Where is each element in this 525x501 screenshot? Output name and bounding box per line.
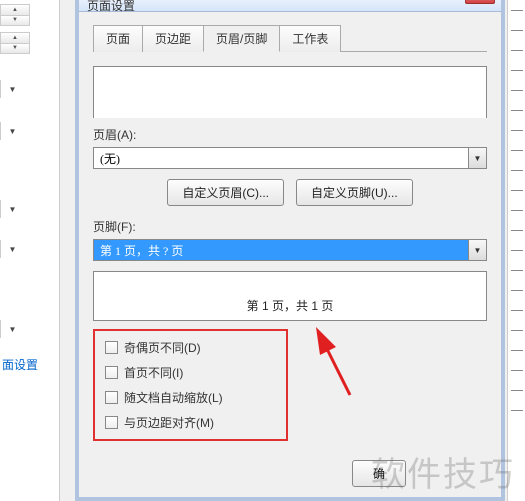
ruler-tick [511, 270, 523, 271]
ruler-tick [511, 390, 523, 391]
custom-button-row: 自定义页眉(C)... 自定义页脚(U)... [93, 179, 487, 206]
checkbox-label[interactable]: 随文档自动缩放(L) [124, 389, 223, 406]
ok-button[interactable]: 确 [352, 460, 406, 487]
ruler-tick [511, 350, 523, 351]
ruler-tick [511, 330, 523, 331]
dropdown-2[interactable]: ▼ [0, 122, 24, 140]
chevron-down-icon[interactable]: ▼ [468, 148, 486, 168]
footer-combo[interactable]: ▼ [93, 239, 487, 261]
ruler-tick [511, 290, 523, 291]
ruler-tick [511, 110, 523, 111]
checkbox-odd-even[interactable] [105, 341, 118, 354]
ruler-tick [511, 70, 523, 71]
spinner-up-icon[interactable]: ▲ [1, 5, 29, 16]
spinner-down-icon[interactable]: ▼ [1, 44, 29, 54]
option-row-align[interactable]: 与页边距对齐(M) [105, 414, 276, 431]
checkbox-label[interactable]: 与页边距对齐(M) [124, 414, 214, 431]
ruler-tick [511, 210, 523, 211]
spinner-up-icon[interactable]: ▲ [1, 33, 29, 44]
ruler-tick [511, 130, 523, 131]
option-row-odd-even[interactable]: 奇偶页不同(D) [105, 339, 276, 356]
ruler-tick [511, 310, 523, 311]
close-icon[interactable]: ✕ [465, 0, 495, 4]
tab-strip: 页面 页边距 页眉/页脚 工作表 [93, 24, 487, 52]
tab-header-footer[interactable]: 页眉/页脚 [203, 25, 280, 52]
page-setup-link[interactable]: 面设置 [2, 356, 38, 373]
header-input[interactable] [94, 148, 468, 168]
custom-header-button[interactable]: 自定义页眉(C)... [167, 179, 284, 206]
spinner-2[interactable]: ▲ ▼ [0, 32, 30, 54]
tab-page[interactable]: 页面 [93, 25, 143, 52]
footer-label: 页脚(F): [93, 218, 487, 235]
checkbox-align[interactable] [105, 416, 118, 429]
checkbox-first-page[interactable] [105, 366, 118, 379]
ruler-tick [511, 30, 523, 31]
ruler-tick [511, 90, 523, 91]
header-combo[interactable]: ▼ [93, 147, 487, 169]
left-sidebar: ▲ ▼ ▲ ▼ ▼ ▼ ▼ ▼ ▼ 面设置 [0, 0, 60, 501]
option-row-first-page[interactable]: 首页不同(I) [105, 364, 276, 381]
custom-footer-button[interactable]: 自定义页脚(U)... [296, 179, 413, 206]
tab-sheet[interactable]: 工作表 [279, 25, 341, 52]
footer-preview: 第 1 页，共 1 页 [93, 271, 487, 321]
checkbox-scale[interactable] [105, 391, 118, 404]
header-label: 页眉(A): [93, 126, 487, 143]
footer-input[interactable] [94, 240, 468, 260]
footer-preview-text: 第 1 页，共 1 页 [247, 297, 334, 314]
ruler-tick [511, 190, 523, 191]
dropdown-4[interactable]: ▼ [0, 240, 24, 258]
ruler-tick [511, 150, 523, 151]
ruler-tick [511, 410, 523, 411]
ruler-tick [511, 10, 523, 11]
page-setup-dialog: 页面设置 ✕ 页面 页边距 页眉/页脚 工作表 页眉(A): ▼ 自定义页眉(C… [75, 0, 505, 501]
options-highlight-box: 奇偶页不同(D) 首页不同(I) 随文档自动缩放(L) 与页边距对齐(M) [93, 329, 288, 441]
ruler-tick [511, 370, 523, 371]
option-row-scale[interactable]: 随文档自动缩放(L) [105, 389, 276, 406]
header-preview [93, 66, 487, 118]
checkbox-label[interactable]: 奇偶页不同(D) [124, 339, 201, 356]
tab-margins[interactable]: 页边距 [142, 25, 204, 52]
checkbox-label[interactable]: 首页不同(I) [124, 364, 183, 381]
right-ruler [507, 0, 525, 501]
ruler-tick [511, 50, 523, 51]
dropdown-3[interactable]: ▼ [0, 200, 24, 218]
dialog-titlebar: 页面设置 ✕ [79, 0, 501, 12]
dialog-title: 页面设置 [87, 0, 135, 14]
spinner-down-icon[interactable]: ▼ [1, 16, 29, 26]
dropdown-5[interactable]: ▼ [0, 320, 24, 338]
dropdown-1[interactable]: ▼ [0, 80, 24, 98]
chevron-down-icon[interactable]: ▼ [468, 240, 486, 260]
ruler-tick [511, 230, 523, 231]
ruler-tick [511, 250, 523, 251]
ruler-tick [511, 170, 523, 171]
spinner-1[interactable]: ▲ ▼ [0, 4, 30, 26]
